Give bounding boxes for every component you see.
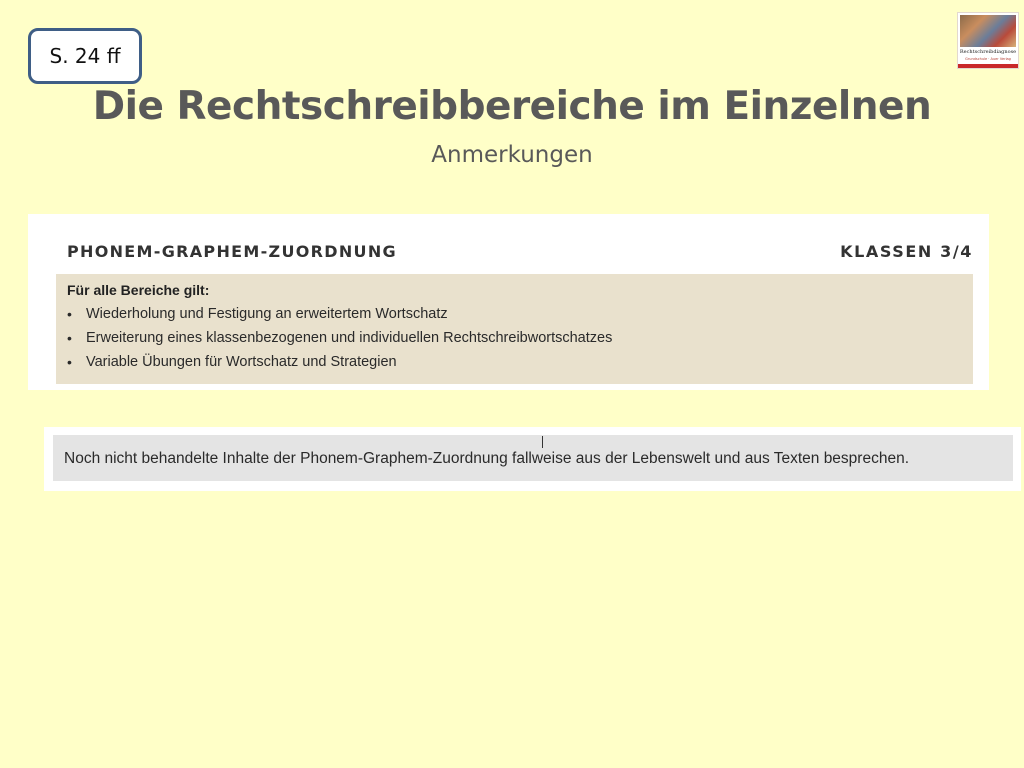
- list-item: • Wiederholung und Festigung an erweiter…: [67, 306, 612, 330]
- page-reference-label: S. 24 ff: [49, 44, 121, 68]
- note-box: Noch nicht behandelte Inhalte der Phonem…: [53, 435, 1013, 481]
- curriculum-card: PHONEM-GRAPHEM-ZUORDNUNG KLASSEN 3/4 Für…: [28, 214, 989, 390]
- grade-heading: KLASSEN 3/4: [840, 242, 973, 261]
- bullet-icon: •: [67, 306, 72, 322]
- rules-heading: Für alle Bereiche gilt:: [67, 282, 210, 298]
- cover-bar: [958, 64, 1018, 68]
- text-cursor: [542, 436, 543, 448]
- page-subtitle: Anmerkungen: [431, 142, 593, 168]
- bullet-icon: •: [67, 330, 72, 346]
- cover-photo: [960, 15, 1016, 47]
- cover-title: Rechtschreibdiagnose: [959, 49, 1017, 55]
- rules-list: • Wiederholung und Festigung an erweiter…: [67, 306, 612, 378]
- note-text: Noch nicht behandelte Inhalte der Phonem…: [64, 450, 909, 467]
- list-item: • Variable Übungen für Wortschatz und St…: [67, 354, 612, 378]
- cover-subtitle: Grundschule · Auer Verlag: [965, 57, 1011, 61]
- list-item-text: Wiederholung und Festigung an erweiterte…: [86, 306, 448, 322]
- area-heading: PHONEM-GRAPHEM-ZUORDNUNG: [67, 242, 397, 261]
- list-item: • Erweiterung eines klassenbezogenen und…: [67, 330, 612, 354]
- page-reference-badge: S. 24 ff: [28, 28, 142, 84]
- general-rules-box: Für alle Bereiche gilt: • Wiederholung u…: [56, 274, 973, 384]
- book-cover-image: Rechtschreibdiagnose Grundschule · Auer …: [957, 12, 1019, 69]
- list-item-text: Variable Übungen für Wortschatz und Stra…: [86, 354, 397, 370]
- page-title: Die Rechtschreibbereiche im Einzelnen: [92, 84, 932, 129]
- bullet-icon: •: [67, 354, 72, 370]
- list-item-text: Erweiterung eines klassenbezogenen und i…: [86, 330, 613, 346]
- note-card: Noch nicht behandelte Inhalte der Phonem…: [44, 427, 1021, 491]
